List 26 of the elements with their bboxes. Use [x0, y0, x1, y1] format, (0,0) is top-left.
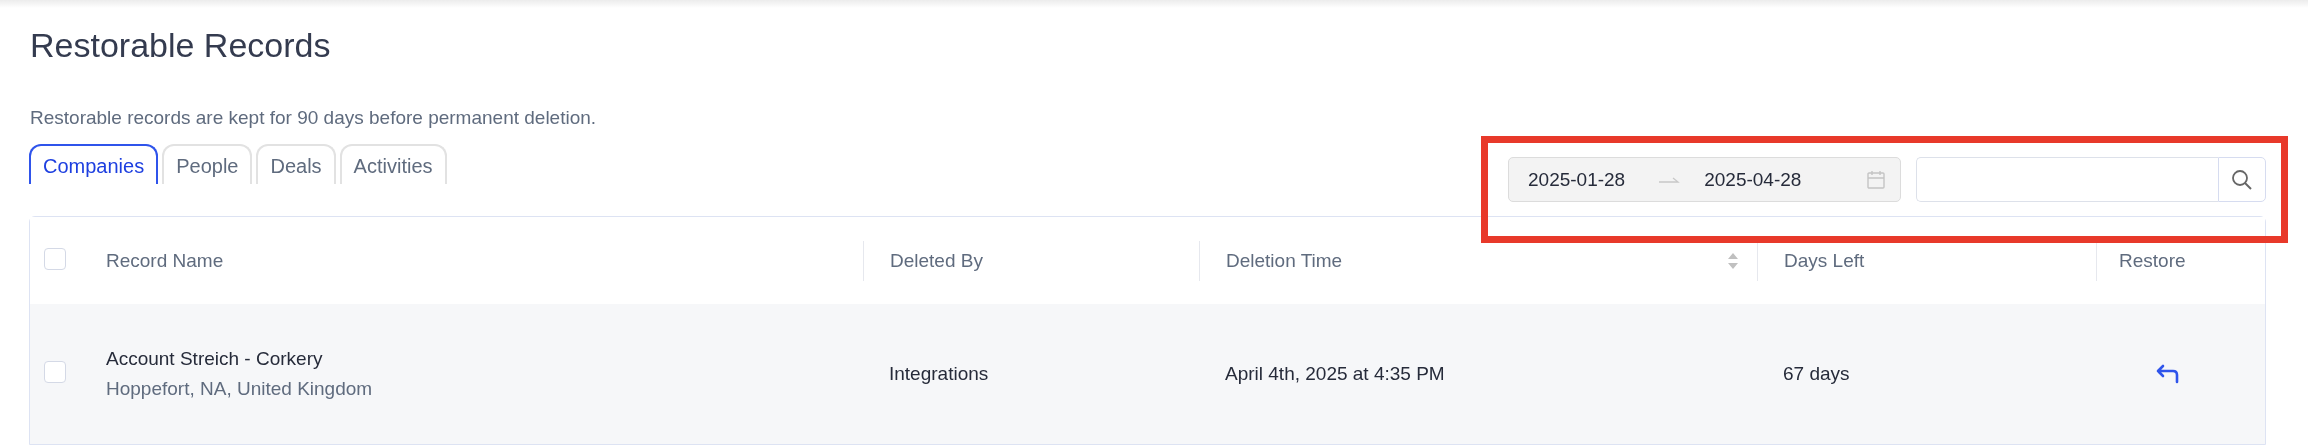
tab[interactable]: Activities [339, 144, 447, 184]
calendar-icon [1866, 169, 1886, 190]
column-header: Days Left [1784, 249, 1865, 272]
table-cell-text: 67 days [1782, 363, 1851, 385]
return-arrow-icon [2155, 363, 2181, 385]
column-header: Restore [2119, 249, 2186, 272]
page-title: Restorable Records [30, 25, 332, 66]
select-all-checkbox[interactable] [44, 247, 66, 270]
start-date: 2025-01-28 [1528, 168, 1626, 191]
column-header: Deleted By [890, 249, 983, 272]
record-location: Hoppefort, NA, United Kingdom [106, 378, 374, 400]
tab[interactable]: Deals [256, 144, 336, 184]
search-button[interactable] [2218, 157, 2266, 202]
table-cell-text: Integrations [888, 363, 990, 385]
record-name: Account Streich - Corkery [106, 348, 324, 370]
tab[interactable]: Companies [29, 144, 159, 184]
date-range-picker[interactable]: 2025-01-28 2025-04-28 [1508, 157, 1901, 202]
table-cell-text: April 4th, 2025 at 4:35 PM [1224, 363, 1446, 385]
page-description: Restorable records are kept for 90 days before permanent deletion. [30, 106, 598, 130]
column-header: Deletion Time [1226, 249, 1343, 272]
search-field[interactable] [1916, 157, 2218, 202]
tab[interactable]: People [162, 144, 253, 184]
end-date: 2025-04-28 [1704, 168, 1802, 191]
column-header: Record Name [106, 249, 224, 272]
search-icon [2231, 168, 2253, 191]
row-checkbox[interactable] [44, 361, 66, 383]
